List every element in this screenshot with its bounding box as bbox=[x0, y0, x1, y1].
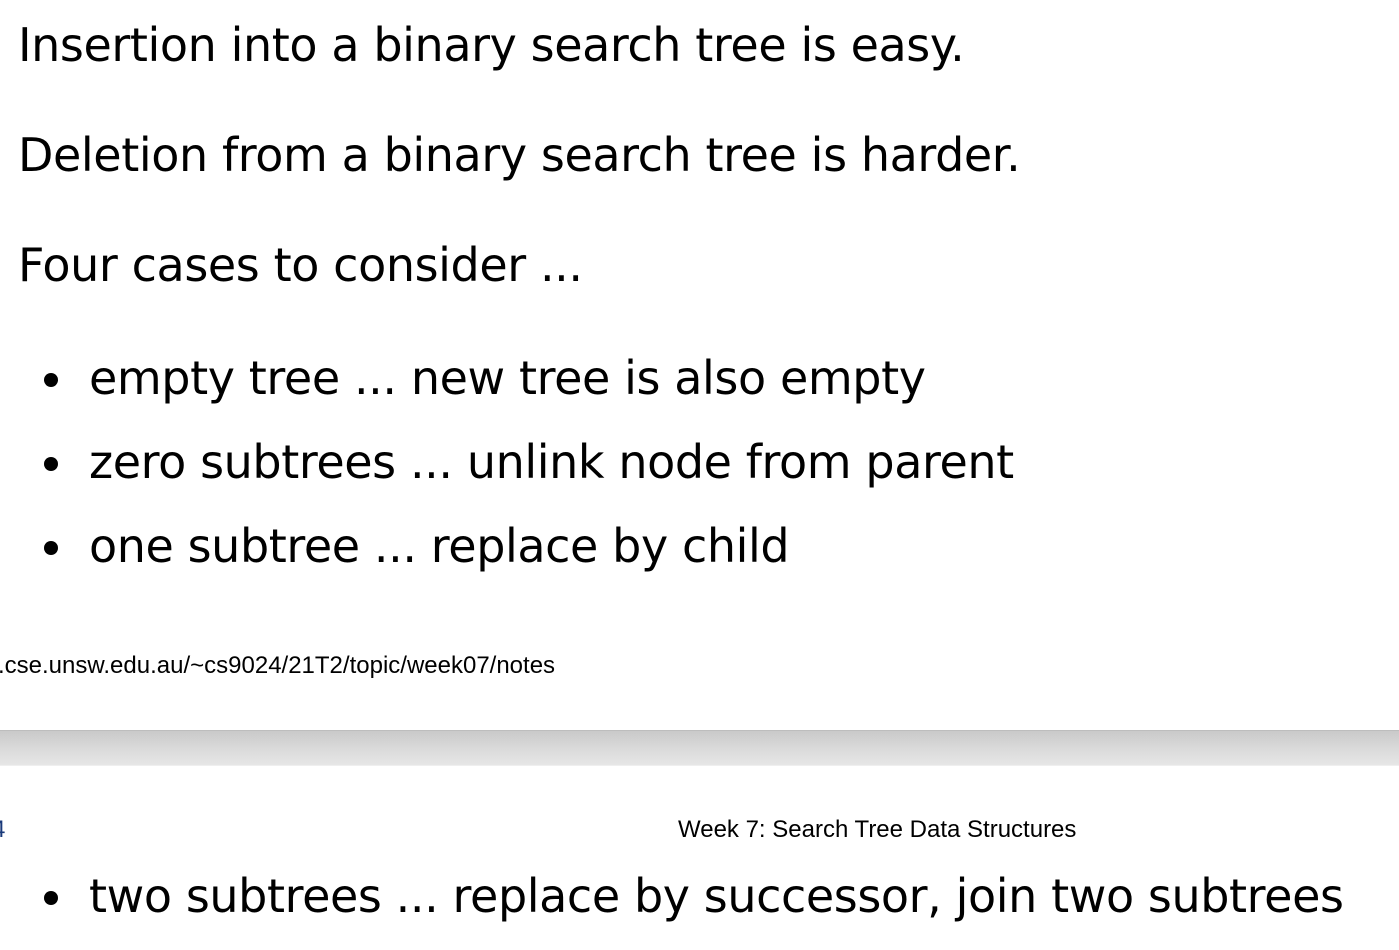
paragraph-deletion: Deletion from a binary search tree is ha… bbox=[18, 128, 1021, 182]
document-viewer: Insertion into a binary search tree is e… bbox=[0, 0, 1399, 950]
paragraph-four-cases: Four cases to consider ... bbox=[18, 238, 583, 292]
bullet-icon bbox=[44, 457, 58, 471]
paragraph-insertion: Insertion into a binary search tree is e… bbox=[18, 18, 965, 72]
page-header-number: 4 bbox=[0, 816, 5, 844]
list-item-text: empty tree ... new tree is also empty bbox=[89, 351, 926, 405]
list-item-text: zero subtrees ... unlink node from paren… bbox=[89, 435, 1014, 489]
list-item-text: one subtree ... replace by child bbox=[89, 519, 790, 573]
page-header-title: Week 7: Search Tree Data Structures bbox=[678, 816, 1077, 843]
bullet-icon bbox=[44, 891, 58, 905]
bullet-icon bbox=[44, 373, 58, 387]
page-1: Insertion into a binary search tree is e… bbox=[0, 0, 1399, 730]
bullet-icon bbox=[44, 541, 58, 555]
page-separator bbox=[0, 730, 1399, 766]
page-footer-url: .cse.unsw.edu.au/~cs9024/21T2/topic/week… bbox=[0, 652, 556, 679]
list-item-text: two subtrees ... replace by successor, j… bbox=[89, 869, 1344, 923]
